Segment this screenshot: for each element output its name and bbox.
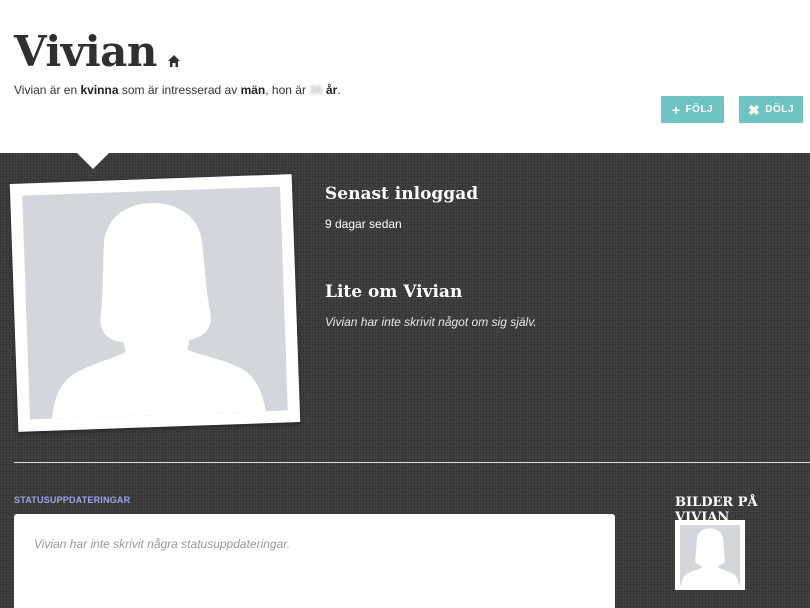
plus-icon: + — [671, 101, 681, 118]
profile-header: Vivian Vivian är en kvinna som är intres… — [0, 0, 810, 153]
status-updates-label: STATUSUPPDATERINGAR — [14, 495, 131, 505]
status-updates-box: Vivian har inte skrivit några statusuppd… — [14, 514, 615, 608]
profile-name-row: Vivian — [14, 28, 181, 76]
follow-button[interactable]: + FÖLJ — [661, 96, 724, 123]
interest-value: män — [240, 83, 266, 97]
picture-thumbnail[interactable] — [675, 520, 745, 590]
last-login-value: 9 dagar sedan — [325, 217, 402, 231]
female-silhouette-icon — [681, 528, 739, 585]
hide-label: DÖLJ — [765, 104, 794, 115]
hide-button[interactable]: ✖ DÖLJ — [739, 96, 803, 123]
gender-value: kvinna — [80, 83, 119, 97]
about-title: Lite om Vivian — [325, 282, 463, 302]
section-divider — [14, 462, 810, 463]
profile-photo[interactable] — [9, 174, 301, 432]
close-icon: ✖ — [748, 101, 761, 118]
home-icon[interactable] — [167, 54, 181, 68]
about-text: Vivian har inte skrivit något om sig sjä… — [325, 315, 537, 329]
last-login-title: Senast inloggad — [325, 184, 479, 204]
profile-description: Vivian är en kvinna som är intresserad a… — [14, 83, 341, 97]
header-pointer — [77, 153, 109, 169]
age-suffix: år — [325, 83, 338, 97]
profile-photo-placeholder — [22, 186, 288, 420]
profile-name: Vivian — [14, 27, 157, 76]
follow-label: FÖLJ — [685, 104, 714, 115]
thumbnail-placeholder — [680, 525, 740, 585]
female-silhouette-icon — [51, 203, 266, 419]
age-value: 36 — [309, 83, 323, 97]
status-empty-text: Vivian har inte skrivit några statusuppd… — [34, 537, 291, 551]
